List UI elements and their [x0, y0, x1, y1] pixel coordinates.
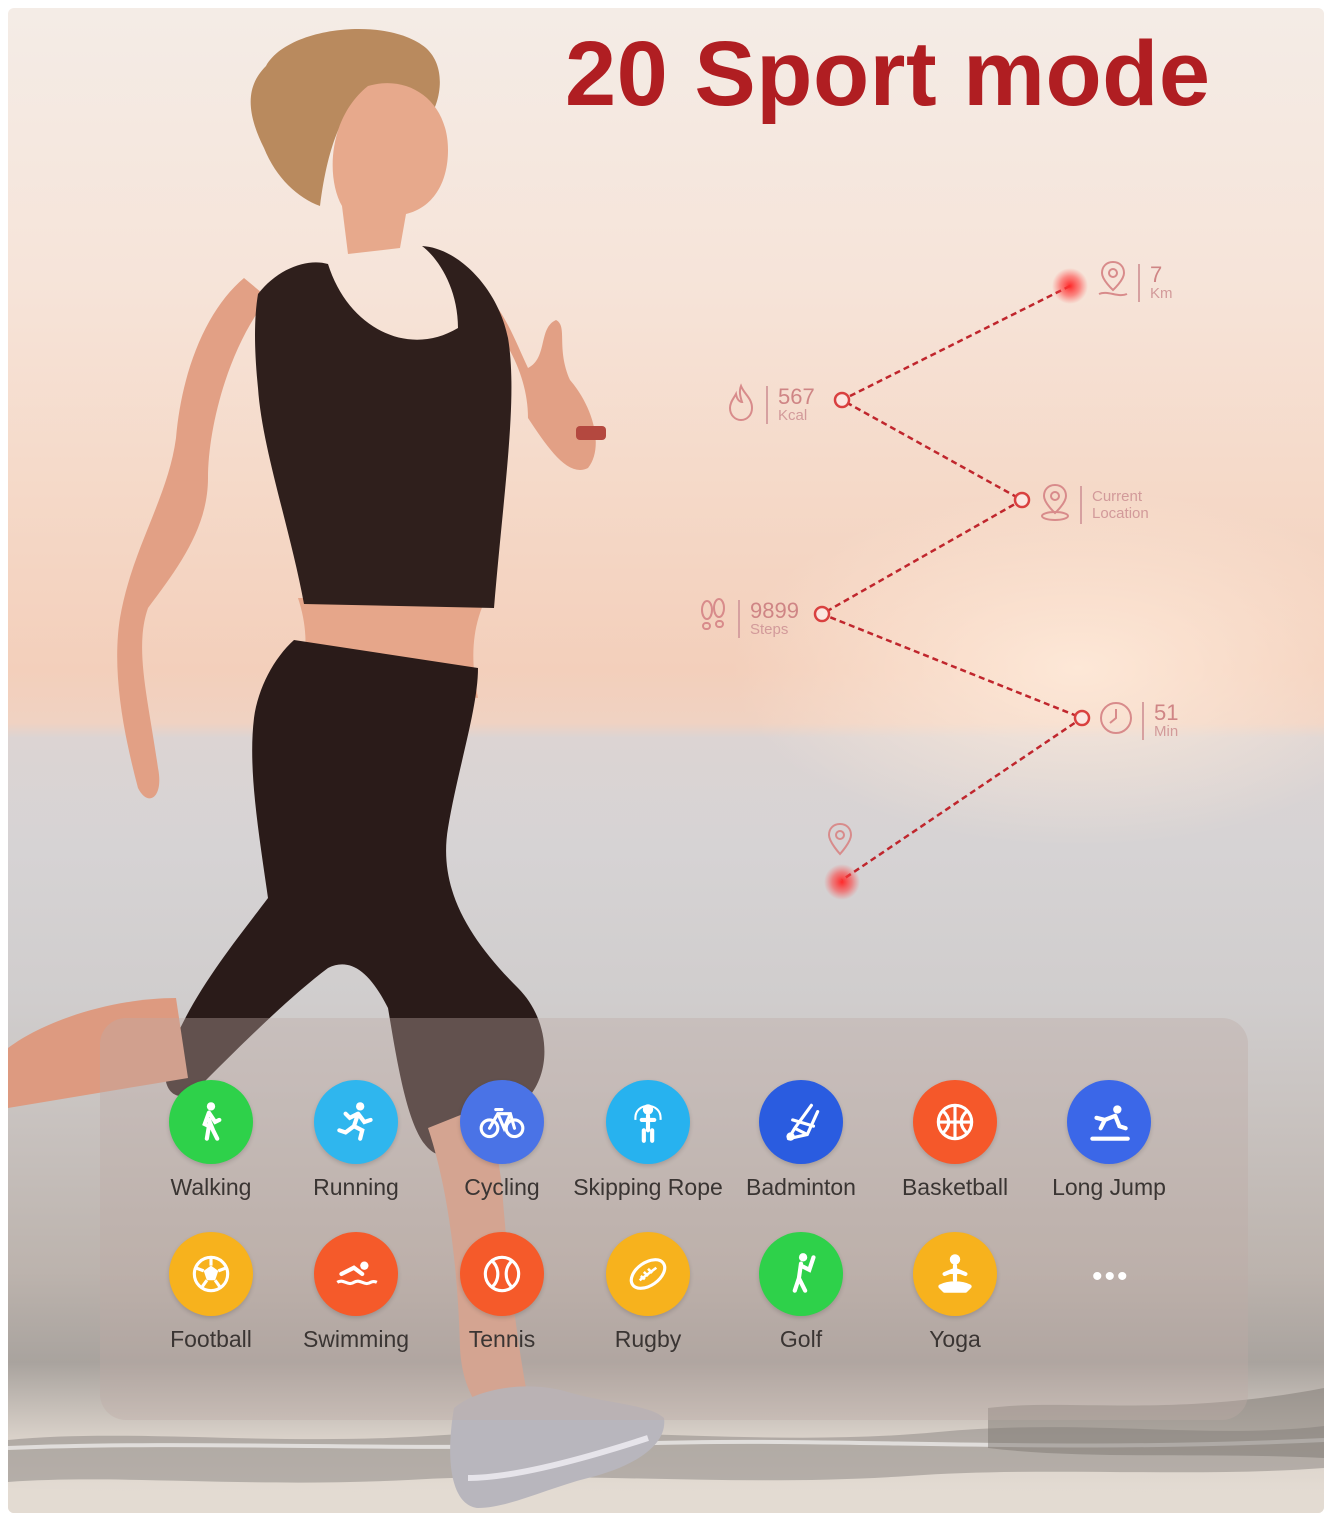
- location-stat: Current Location: [1038, 482, 1149, 527]
- sport-mode-item[interactable]: Long Jump: [1024, 1080, 1194, 1201]
- route-node-time: [1073, 709, 1091, 727]
- sport-mode-item[interactable]: Cycling: [417, 1080, 587, 1201]
- sport-mode-label: Yoga: [929, 1326, 981, 1352]
- location-pin-icon: [1038, 482, 1072, 527]
- sport-mode-label: Skipping Rope: [573, 1174, 723, 1200]
- sport-mode-label: Golf: [779, 1326, 823, 1352]
- end-pin-icon: [827, 822, 853, 856]
- shuttlecock-icon: [759, 1080, 843, 1164]
- footprints-icon: [696, 596, 730, 641]
- basketball-icon: [913, 1080, 997, 1164]
- sport-mode-item[interactable]: Running: [271, 1080, 441, 1201]
- steps-value: 9899: [750, 597, 799, 623]
- time-stat: 51 Min: [1098, 698, 1178, 743]
- sport-mode-item[interactable]: Skipping Rope: [563, 1080, 733, 1201]
- sport-mode-label: Long Jump: [1052, 1174, 1166, 1200]
- tennis-ball-icon: [460, 1232, 544, 1316]
- route-node-location: [1013, 491, 1031, 509]
- map-pin-path-icon: [1096, 260, 1130, 305]
- walking-icon: [169, 1080, 253, 1164]
- sport-mode-label: Rugby: [614, 1326, 682, 1352]
- sport-mode-label: Cycling: [464, 1174, 540, 1200]
- bicycle-icon: [460, 1080, 544, 1164]
- location-label-line2: Location: [1092, 504, 1149, 522]
- sport-mode-item[interactable]: Basketball: [870, 1080, 1040, 1201]
- sport-mode-label: Running: [313, 1174, 399, 1200]
- soccer-ball-icon: [169, 1232, 253, 1316]
- skipping-rope-icon: [606, 1080, 690, 1164]
- steps-stat: 9899 Steps: [696, 596, 799, 641]
- page-title: 20 Sport mode: [565, 23, 1211, 125]
- sport-mode-label: Basketball: [901, 1174, 1009, 1200]
- sport-mode-item[interactable]: Golf: [716, 1232, 886, 1353]
- rugby-ball-icon: [606, 1232, 690, 1316]
- sport-mode-label: Badminton: [746, 1174, 856, 1200]
- route-end-marker: [824, 864, 860, 900]
- route-start-marker: [1052, 268, 1088, 304]
- steps-unit: Steps: [750, 620, 789, 638]
- calories-unit: Kcal: [778, 406, 808, 424]
- golfer-icon: [759, 1232, 843, 1316]
- route-node-calories: [833, 391, 851, 409]
- sport-modes-panel: [100, 1018, 1248, 1420]
- sport-mode-item[interactable]: Rugby: [563, 1232, 733, 1353]
- sport-mode-label: Tennis: [468, 1326, 536, 1352]
- time-value: 51: [1154, 699, 1179, 725]
- calories-value: 567: [778, 383, 815, 409]
- swimmer-icon: [314, 1232, 398, 1316]
- more-sports-indicator[interactable]: •••: [1092, 1262, 1130, 1292]
- clock-icon: [1098, 698, 1134, 743]
- sport-mode-item[interactable]: Tennis: [417, 1232, 587, 1353]
- sport-mode-item[interactable]: Badminton: [716, 1080, 886, 1201]
- flame-icon: [724, 382, 758, 427]
- distance-value: 7: [1150, 261, 1163, 287]
- running-icon: [314, 1080, 398, 1164]
- sport-mode-item[interactable]: Yoga: [870, 1232, 1040, 1353]
- distance-stat: 7 Km: [1096, 260, 1173, 305]
- yoga-icon: [913, 1232, 997, 1316]
- time-unit: Min: [1154, 722, 1179, 740]
- sport-mode-item[interactable]: Swimming: [271, 1232, 441, 1353]
- distance-unit: Km: [1150, 284, 1173, 302]
- location-label-line1: Current: [1092, 487, 1143, 505]
- long-jump-icon: [1067, 1080, 1151, 1164]
- calories-stat: 567 Kcal: [724, 382, 815, 427]
- sport-mode-label: Swimming: [302, 1326, 410, 1352]
- route-node-steps: [813, 605, 831, 623]
